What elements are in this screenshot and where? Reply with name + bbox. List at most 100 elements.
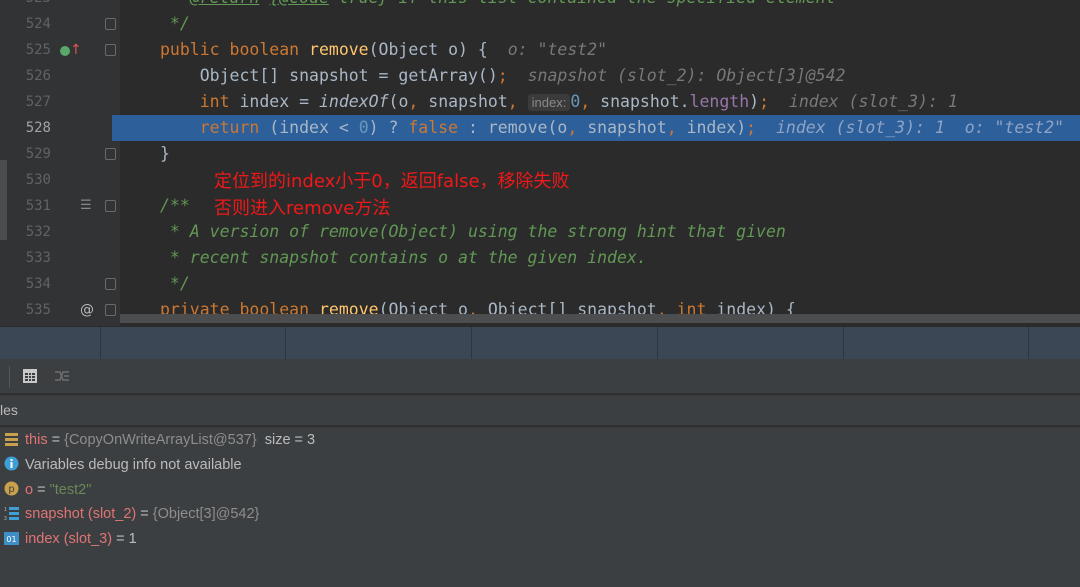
execution-point-line[interactable]: return (index < 0) ? false : remove(o, s…: [112, 115, 1080, 141]
code-editor[interactable]: * @return {@code true} if this list cont…: [0, 0, 1080, 326]
parameter-hint: index:: [527, 94, 571, 111]
code-token: 0: [570, 92, 581, 111]
code-line[interactable]: * A version of remove(Object) using the …: [0, 219, 1080, 245]
line-number[interactable]: 530: [0, 167, 51, 193]
line-number[interactable]: 526: [0, 63, 51, 89]
code-token: 0: [358, 118, 369, 137]
code-token: return: [160, 118, 270, 137]
variables-title: les: [0, 402, 18, 418]
variable-row[interactable]: Variables debug info not available: [4, 453, 242, 478]
variable-row[interactable]: po = "test2": [4, 478, 91, 503]
code-token: index =: [239, 92, 319, 111]
code-token: * A version of remove(Object) using the …: [160, 222, 786, 241]
code-text: /**: [160, 193, 190, 219]
array-icon: 13: [4, 507, 19, 521]
line-number[interactable]: 528: [0, 115, 51, 141]
variable-equals: =: [33, 481, 50, 498]
code-line[interactable]: */: [0, 11, 1080, 37]
code-token: : remove(o: [467, 118, 568, 137]
line-number[interactable]: 531: [0, 193, 51, 219]
tab-divider: [657, 327, 658, 360]
code-token: indexOf: [318, 92, 389, 111]
code-token: ,: [666, 118, 687, 137]
variable-name: o: [25, 481, 34, 498]
fold-toggle-icon[interactable]: [105, 44, 116, 56]
variable-value: {CopyOnWriteArrayList@537}: [64, 432, 257, 448]
code-token: snapshot: [587, 118, 667, 137]
code-token: Object[] snapshot = getArray(): [160, 66, 498, 85]
code-line[interactable]: * @return {@code true} if this list cont…: [0, 0, 1080, 11]
variables-list: this = {CopyOnWriteArrayList@537} size =…: [0, 427, 1080, 587]
code-text: }: [160, 141, 170, 167]
annotation-line-1: 定位到的index小于0，返回false，移除失败: [214, 171, 570, 192]
table-view-icon[interactable]: [22, 368, 38, 384]
line-number[interactable]: 525: [0, 37, 51, 63]
tab-divider: [843, 327, 844, 360]
code-line[interactable]: Object[] snapshot = getArray(); snapshot…: [0, 63, 1080, 89]
line-number[interactable]: 535: [0, 297, 51, 323]
code-line[interactable]: /**: [0, 193, 1080, 219]
code-token: */: [160, 274, 190, 293]
variable-equals: =: [47, 432, 65, 448]
code-line[interactable]: int index = indexOf(o, snapshot, index: 0…: [0, 89, 1080, 115]
code-token: true} if this list contained the specifi…: [329, 0, 836, 7]
variable-row[interactable]: 01 index (slot_3) = 1: [4, 527, 137, 552]
code-text: * A version of remove(Object) using the …: [160, 219, 786, 245]
code-token: ;: [746, 118, 757, 137]
fold-toggle-icon[interactable]: [105, 304, 116, 316]
code-token: (Object o) {: [368, 40, 488, 59]
debug-tabs-bar: [0, 326, 1080, 360]
rendered-doc-icon[interactable]: ☰: [80, 197, 92, 215]
variable-extra: 1: [128, 531, 137, 548]
line-number[interactable]: 533: [0, 245, 51, 271]
variable-value: {Object[3]@542}: [152, 506, 260, 523]
code-token: ;: [497, 66, 508, 85]
svg-text:3: 3: [4, 516, 7, 521]
override-implementation-icon[interactable]: ↑: [60, 41, 82, 59]
variable-row[interactable]: 1 3 snapshot (slot_2) = {Object[3]@542}: [4, 502, 259, 527]
line-number[interactable]: 527: [0, 89, 51, 115]
inline-debug-value: snapshot (slot_2): Object[3]@542: [507, 66, 846, 85]
code-line[interactable]: */: [0, 271, 1080, 297]
code-token: ,: [580, 92, 601, 111]
code-token: * recent snapshot contains o at the give…: [160, 248, 647, 267]
fold-toggle-icon[interactable]: [105, 18, 116, 30]
line-number[interactable]: 524: [0, 11, 51, 37]
code-token: int: [199, 92, 240, 111]
line-number[interactable]: 523: [0, 0, 51, 11]
svg-text:p: p: [8, 484, 14, 495]
annotation-line-2: 否则进入remove方法: [214, 198, 391, 219]
parameter-icon: p: [4, 481, 19, 496]
horizontal-scrollbar[interactable]: [120, 314, 1080, 323]
fold-toggle-icon[interactable]: [105, 148, 116, 160]
variable-value: "test2": [49, 481, 92, 498]
tab-divider: [1028, 327, 1029, 360]
inline-debug-value: index (slot_3): 1: [769, 92, 958, 111]
code-token: (index <: [269, 118, 359, 137]
code-text: * recent snapshot contains o at the give…: [160, 245, 647, 271]
variable-name: this: [25, 432, 48, 448]
code-text: */: [160, 11, 190, 37]
code-token: {@code: [269, 0, 329, 7]
toolbar-separator: [9, 366, 10, 388]
variables-header: les: [0, 395, 1080, 426]
code-token: index): [686, 118, 747, 137]
code-line[interactable]: }: [0, 141, 1080, 167]
code-line[interactable]: public boolean remove(Object o) { o: "te…: [0, 37, 1080, 63]
code-token: ) ?: [368, 118, 409, 137]
inline-debug-value: o: "test2": [487, 40, 608, 59]
line-number[interactable]: 534: [0, 271, 51, 297]
variable-row[interactable]: this = {CopyOnWriteArrayList@537} size =…: [4, 428, 315, 453]
fold-toggle-icon[interactable]: [105, 278, 116, 290]
code-token: public boolean: [160, 40, 310, 59]
code-text: return (index < 0) ? false : remove(o, s…: [160, 115, 1064, 141]
variable-equals: =: [136, 506, 153, 523]
svg-text:01: 01: [6, 535, 16, 544]
fold-toggle-icon[interactable]: [105, 200, 116, 212]
line-number[interactable]: 532: [0, 219, 51, 245]
compare-icon[interactable]: [54, 368, 70, 384]
annotation-at-icon[interactable]: @: [80, 301, 94, 319]
line-number[interactable]: 529: [0, 141, 51, 167]
code-line[interactable]: * recent snapshot contains o at the give…: [0, 245, 1080, 271]
